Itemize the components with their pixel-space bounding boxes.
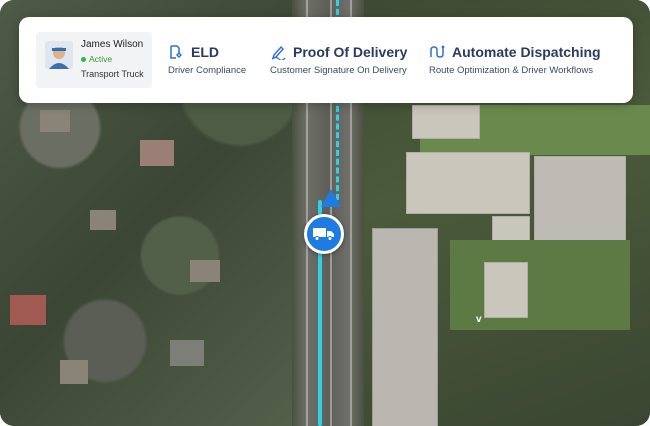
driver-name: James Wilson [81, 39, 144, 50]
rooftop [40, 110, 70, 132]
court [406, 152, 530, 214]
court [412, 105, 480, 139]
avatar [45, 41, 73, 69]
court [484, 262, 528, 318]
heading-arrow-icon [321, 189, 341, 207]
rooftop [90, 210, 116, 230]
feature-subtitle: Driver Compliance [168, 65, 247, 76]
dispatch-map-view: v James Wilson Active Transport Truck EL… [0, 0, 650, 426]
rooftop [170, 340, 204, 366]
feature-subtitle: Route Optimization & Driver Workflows [429, 65, 594, 76]
rooftop [140, 140, 174, 166]
court [534, 156, 626, 246]
feature-subtitle: Customer Signature On Delivery [270, 65, 407, 76]
truck-icon [313, 228, 334, 241]
signature-pen-icon [271, 45, 286, 60]
feature-proof-of-delivery[interactable]: Proof Of Delivery Customer Signature On … [270, 44, 407, 76]
status-dot-icon [81, 56, 86, 62]
driver-avatar-icon [45, 41, 73, 69]
truck-marker[interactable] [304, 214, 344, 254]
feature-eld[interactable]: ELD Driver Compliance [168, 44, 246, 76]
route-icon [430, 45, 445, 58]
driver-card[interactable]: James Wilson Active Transport Truck [36, 32, 152, 88]
feature-title: Automate Dispatching [452, 44, 601, 60]
eld-icon [170, 45, 182, 59]
large-building [372, 228, 438, 426]
feature-automate-dispatching[interactable]: Automate Dispatching Route Optimization … [429, 44, 601, 76]
feature-title: ELD [191, 44, 219, 60]
status-badge: Active [81, 54, 112, 64]
status-text: Active [89, 54, 113, 64]
rooftop [190, 260, 220, 282]
vehicle-type: Transport Truck [81, 69, 144, 79]
rooftop [10, 295, 46, 325]
map-label: v [476, 314, 482, 325]
rooftop [60, 360, 88, 384]
feature-title: Proof Of Delivery [293, 44, 408, 60]
feature-header-card: James Wilson Active Transport Truck ELD … [19, 17, 633, 103]
